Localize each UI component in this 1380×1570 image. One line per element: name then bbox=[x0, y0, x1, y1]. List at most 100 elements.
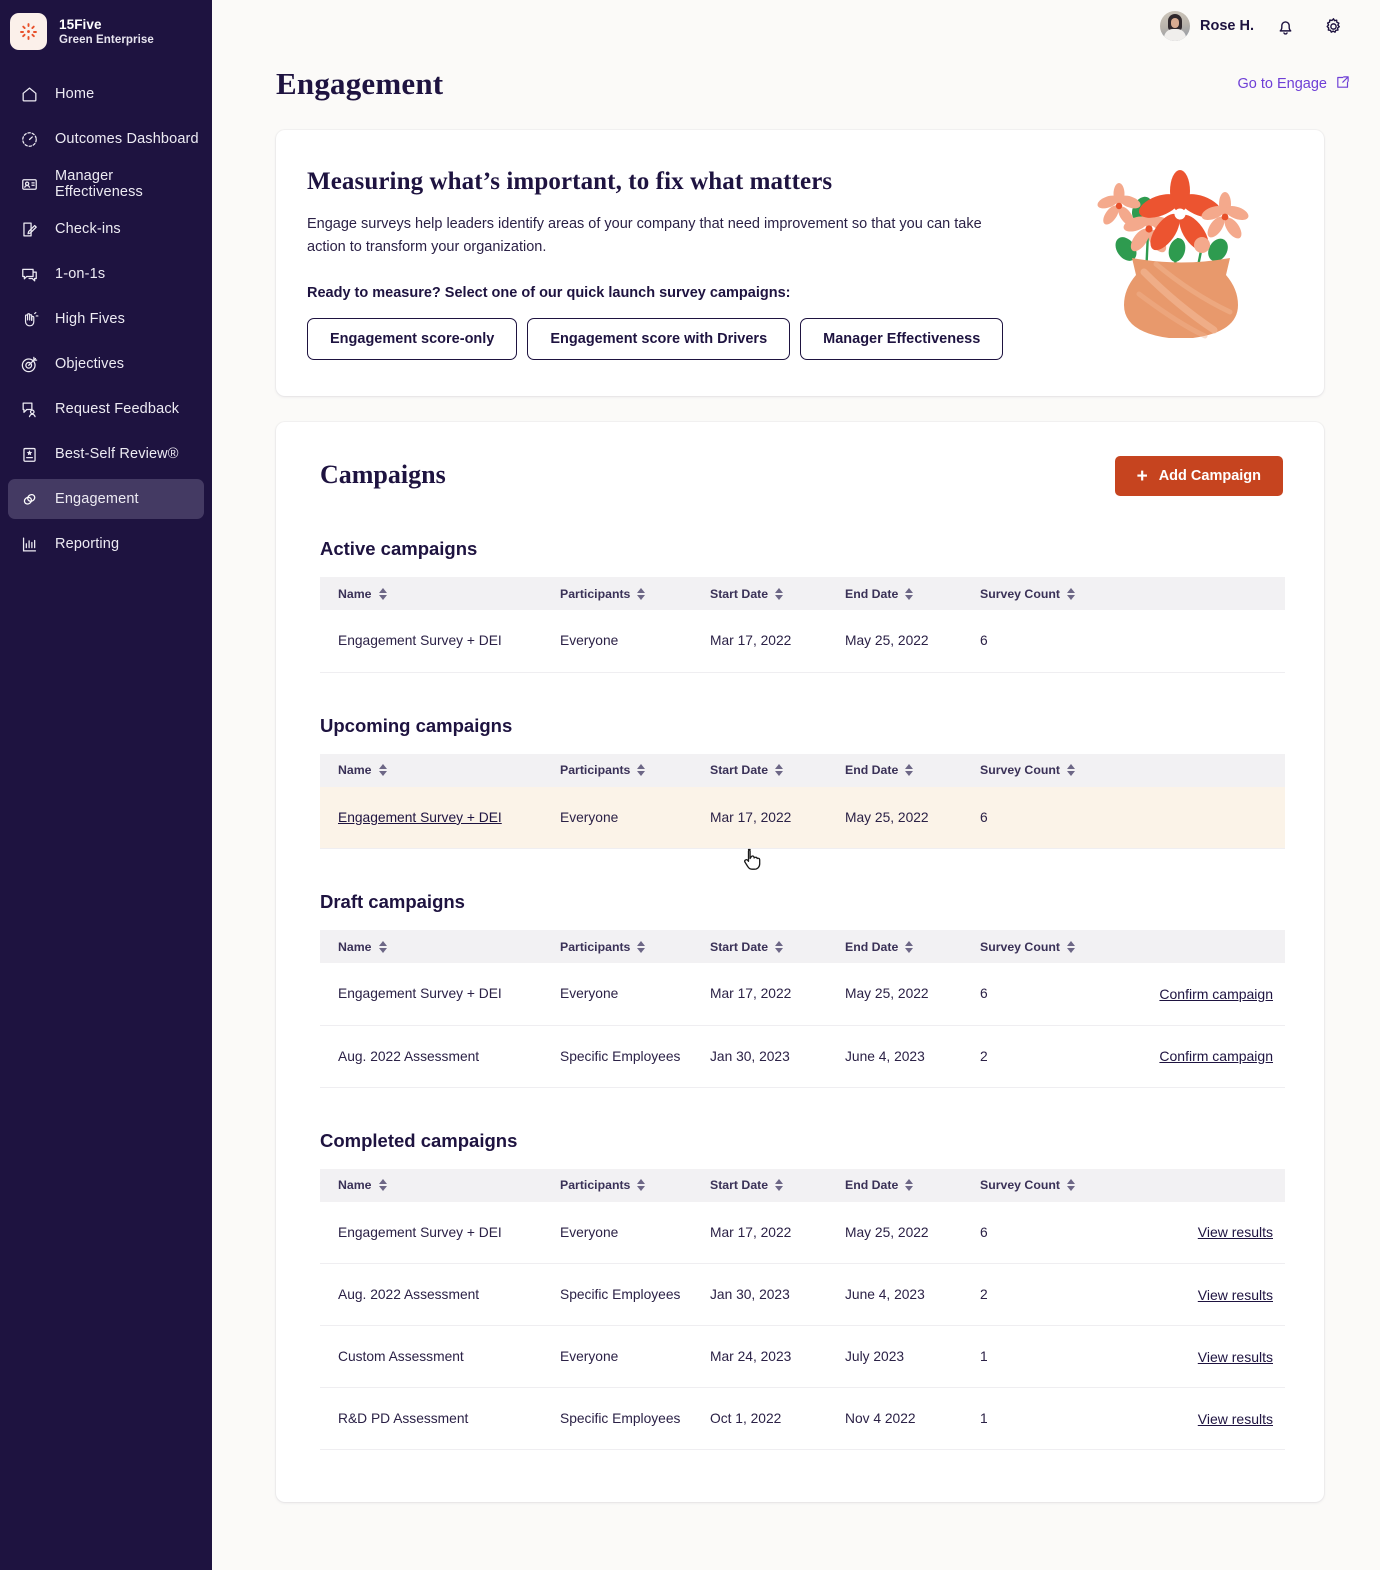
table-row[interactable]: Aug. 2022 Assessment Specific Employees Ja… bbox=[320, 1263, 1285, 1326]
sidebar-item-manager-effectiveness[interactable]: Manager Effectiveness bbox=[8, 164, 204, 204]
column-header-start-date[interactable]: Start Date bbox=[710, 577, 845, 610]
sidebar-item-request-feedback[interactable]: Request Feedback bbox=[8, 389, 204, 429]
cell-end-date: July 2023 bbox=[845, 1325, 980, 1388]
column-header-name[interactable]: Name bbox=[320, 930, 560, 963]
table-row[interactable]: Engagement Survey + DEI Everyone Mar 17, 2… bbox=[320, 963, 1285, 1026]
cell-name[interactable]: Engagement Survey + DEI bbox=[320, 786, 560, 849]
sort-updown-icon[interactable] bbox=[378, 1179, 387, 1191]
table-header-row: Name Participants Start Date End Date Survey… bbox=[320, 577, 1285, 610]
external-link-icon bbox=[1335, 75, 1350, 94]
sidebar-item-label: Reporting bbox=[55, 536, 120, 552]
quick-launch-engagement-score-with-drivers[interactable]: Engagement score with Drivers bbox=[527, 318, 791, 360]
sort-updown-icon[interactable] bbox=[775, 1179, 784, 1191]
column-header-end-date[interactable]: End Date bbox=[845, 754, 980, 787]
row-action-link[interactable]: View results bbox=[1198, 1411, 1273, 1427]
sort-updown-icon[interactable] bbox=[378, 587, 387, 600]
feedback-person-icon bbox=[19, 399, 39, 419]
settings-gear-icon[interactable] bbox=[1316, 9, 1350, 43]
sort-updown-icon[interactable] bbox=[1066, 764, 1075, 776]
table-row[interactable]: Engagement Survey + DEI Everyone Mar 17, 2… bbox=[320, 1201, 1285, 1264]
sort-updown-icon[interactable] bbox=[905, 764, 914, 776]
table-row[interactable]: Custom Assessment Everyone Mar 24, 2023 Jul… bbox=[320, 1325, 1285, 1388]
column-header-survey-count[interactable]: Survey Count bbox=[980, 577, 1130, 610]
sort-updown-icon[interactable] bbox=[378, 764, 387, 776]
cell-participants: Everyone bbox=[560, 963, 710, 1026]
user-name: Rose H. bbox=[1200, 18, 1254, 34]
gauge-icon bbox=[19, 129, 39, 149]
add-campaign-button[interactable]: + Add Campaign bbox=[1114, 456, 1283, 496]
sidebar-item-home[interactable]: Home bbox=[8, 74, 204, 114]
row-action-link[interactable]: View results bbox=[1198, 1287, 1273, 1303]
campaign-name-link[interactable]: Engagement Survey + DEI bbox=[338, 810, 502, 825]
column-header-end-date[interactable]: End Date bbox=[845, 577, 980, 610]
column-header-name[interactable]: Name bbox=[320, 754, 560, 787]
column-header-name[interactable]: Name bbox=[320, 1169, 560, 1202]
column-header-name[interactable]: Name bbox=[320, 577, 560, 610]
column-header-end-date[interactable]: End Date bbox=[845, 1169, 980, 1202]
table-row[interactable]: R&D PD Assessment Specific Employees Oct 1… bbox=[320, 1387, 1285, 1450]
sort-updown-icon[interactable] bbox=[905, 940, 914, 953]
sort-updown-icon[interactable] bbox=[637, 587, 646, 600]
cell-participants: Everyone bbox=[560, 1201, 710, 1264]
column-header-actions bbox=[1130, 930, 1285, 963]
sort-updown-icon[interactable] bbox=[775, 940, 784, 953]
go-to-engage-link[interactable]: Go to Engage bbox=[1238, 75, 1351, 94]
sidebar-item-objectives[interactable]: Objectives bbox=[8, 344, 204, 384]
section-title-completed-campaigns: Completed campaigns bbox=[320, 1129, 518, 1151]
sidebar-item-check-ins[interactable]: Check-ins bbox=[8, 209, 204, 249]
notification-bell-icon[interactable] bbox=[1268, 9, 1302, 43]
column-header-participants[interactable]: Participants bbox=[560, 930, 710, 963]
cell-survey-count: 6 bbox=[980, 786, 1130, 849]
table-row[interactable]: Engagement Survey + DEI Everyone Mar 17, 2… bbox=[320, 786, 1285, 849]
row-action-link[interactable]: Confirm campaign bbox=[1159, 1048, 1273, 1064]
user-menu[interactable]: Rose H. bbox=[1160, 11, 1254, 41]
sort-updown-icon[interactable] bbox=[775, 587, 784, 600]
checkin-pencil-icon bbox=[19, 219, 39, 239]
sidebar-item-reporting[interactable]: Reporting bbox=[8, 524, 204, 564]
sidebar-item-engagement[interactable]: Engagement bbox=[8, 479, 204, 519]
table-row[interactable]: Aug. 2022 Assessment Specific Employees Ja… bbox=[320, 1025, 1285, 1088]
column-header-end-date[interactable]: End Date bbox=[845, 930, 980, 963]
campaigns-table-3: Name Participants Start Date End Date Survey… bbox=[320, 1168, 1285, 1450]
cell-start-date: Jan 30, 2023 bbox=[710, 1263, 845, 1326]
column-header-survey-count[interactable]: Survey Count bbox=[980, 754, 1130, 787]
quick-launch-engagement-score-only[interactable]: Engagement score-only bbox=[307, 318, 518, 360]
high-five-hand-icon bbox=[19, 309, 39, 329]
row-action-link[interactable]: View results bbox=[1198, 1349, 1273, 1365]
sidebar-item-label: High Fives bbox=[55, 311, 125, 327]
sidebar-item-1-on-1s[interactable]: 1-on-1s bbox=[8, 254, 204, 294]
column-header-participants[interactable]: Participants bbox=[560, 1169, 710, 1202]
table-row[interactable]: Engagement Survey + DEI Everyone Mar 17, 2… bbox=[320, 610, 1285, 673]
sort-updown-icon[interactable] bbox=[637, 940, 646, 953]
sidebar-item-outcomes-dashboard[interactable]: Outcomes Dashboard bbox=[8, 119, 204, 159]
sort-updown-icon[interactable] bbox=[637, 1179, 646, 1191]
sidebar-item-best-self-review[interactable]: Best-Self Review® bbox=[8, 434, 204, 474]
column-header-start-date[interactable]: Start Date bbox=[710, 1169, 845, 1202]
column-header-survey-count[interactable]: Survey Count bbox=[980, 930, 1130, 963]
campaigns-card: Campaigns + Add Campaign Active campaign… bbox=[276, 422, 1324, 1502]
sort-updown-icon[interactable] bbox=[637, 764, 646, 776]
cell-participants: Everyone bbox=[560, 786, 710, 849]
sort-updown-icon[interactable] bbox=[378, 940, 387, 953]
sort-updown-icon[interactable] bbox=[1066, 1179, 1075, 1191]
row-action-link[interactable]: View results bbox=[1198, 1224, 1273, 1240]
sort-updown-icon[interactable] bbox=[905, 587, 914, 600]
cell-survey-count: 6 bbox=[980, 963, 1130, 1026]
column-header-participants[interactable]: Participants bbox=[560, 754, 710, 787]
sort-updown-icon[interactable] bbox=[1066, 587, 1075, 600]
quick-launch-buttons: Engagement score-only Engagement score w… bbox=[307, 318, 1047, 360]
sort-updown-icon[interactable] bbox=[1066, 940, 1075, 953]
sort-updown-icon[interactable] bbox=[905, 1179, 914, 1191]
column-header-participants[interactable]: Participants bbox=[560, 577, 710, 610]
cell-name: Engagement Survey + DEI bbox=[320, 1201, 560, 1264]
column-header-start-date[interactable]: Start Date bbox=[710, 930, 845, 963]
brand-block[interactable]: 15Five Green Enterprise bbox=[0, 0, 212, 62]
row-action-link[interactable]: Confirm campaign bbox=[1159, 986, 1273, 1002]
column-header-start-date[interactable]: Start Date bbox=[710, 754, 845, 787]
quick-launch-manager-effectiveness[interactable]: Manager Effectiveness bbox=[800, 318, 1004, 360]
column-header-survey-count[interactable]: Survey Count bbox=[980, 1169, 1130, 1202]
target-icon bbox=[19, 354, 39, 374]
sort-updown-icon[interactable] bbox=[775, 764, 784, 776]
chat-bubble-icon bbox=[19, 264, 39, 284]
sidebar-item-high-fives[interactable]: High Fives bbox=[8, 299, 204, 339]
